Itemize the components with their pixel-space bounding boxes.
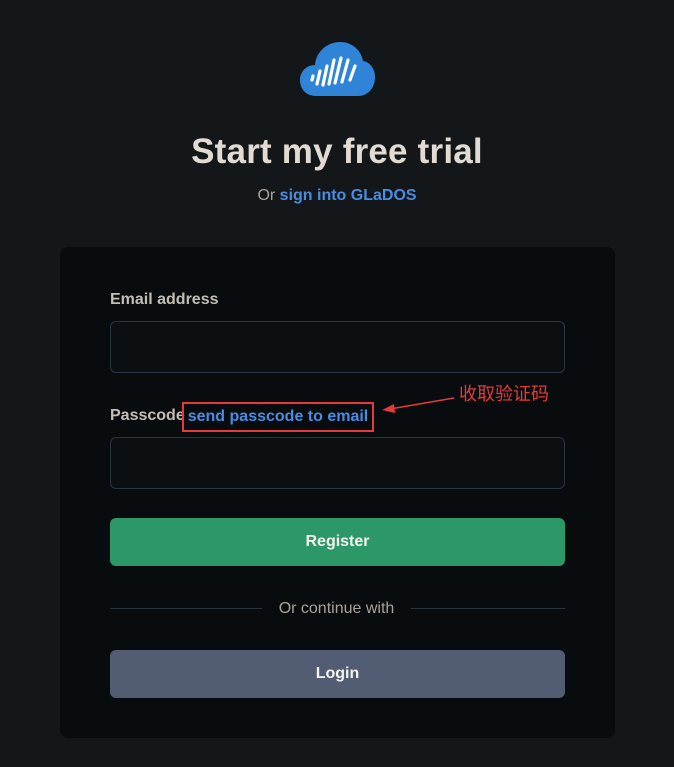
annotation-arrow-icon bbox=[382, 397, 455, 413]
page-title: Start my free trial bbox=[191, 132, 483, 171]
divider-line-right bbox=[411, 608, 565, 609]
annotation-label: 收取验证码 bbox=[459, 384, 549, 404]
subtitle-prefix: Or bbox=[257, 187, 276, 204]
passcode-field[interactable] bbox=[110, 437, 565, 489]
email-field[interactable] bbox=[110, 321, 565, 373]
subtitle: Or sign into GLaDOS bbox=[0, 186, 674, 206]
sign-in-link[interactable]: sign into GLaDOS bbox=[280, 187, 417, 204]
send-passcode-link[interactable]: send passcode to email bbox=[182, 402, 374, 432]
email-label: Email address bbox=[110, 291, 219, 308]
passcode-label: Passcode bbox=[110, 407, 185, 424]
divider-text: Or continue with bbox=[278, 600, 395, 617]
page: Start my free trial Or sign into GLaDOS … bbox=[0, 0, 674, 767]
cloud-waveform-icon bbox=[300, 42, 375, 96]
divider-line-left bbox=[110, 608, 262, 609]
login-button[interactable]: Login bbox=[110, 650, 565, 698]
register-button[interactable]: Register bbox=[110, 518, 565, 566]
